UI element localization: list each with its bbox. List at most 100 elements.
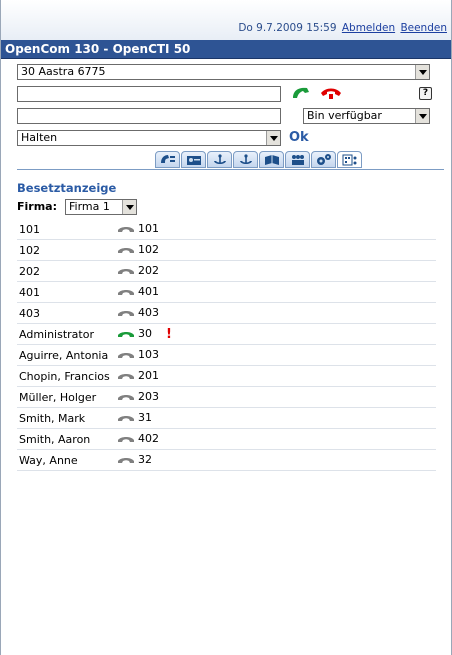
phone-idle-icon [118, 247, 134, 253]
extension[interactable]: 401 [117, 285, 159, 298]
extension-number: 402 [138, 432, 159, 446]
contact-extension-cell: 103 [115, 344, 436, 366]
phone-idle-icon [118, 394, 134, 400]
extension[interactable]: 32 [117, 453, 152, 466]
busy-lamp-icon [342, 154, 357, 166]
contact-name: 101 [17, 219, 115, 240]
phone-idle-icon [118, 310, 134, 316]
phone-idle-icon [118, 415, 134, 421]
section-title: Besetztanzeige [17, 181, 117, 195]
contact-extension-cell: 403 [115, 302, 436, 324]
tab-contacts[interactable] [181, 151, 206, 168]
extension[interactable]: 103 [117, 348, 159, 361]
status-select[interactable]: Bin verfügbar [303, 108, 430, 124]
contact-name: Chopin, Francios [17, 365, 115, 387]
chevron-down-icon [266, 131, 280, 145]
quit-link[interactable]: Beenden [400, 22, 447, 34]
extension-number: 201 [138, 369, 159, 383]
contact-name: 403 [17, 302, 115, 324]
anchor-icon [214, 154, 226, 164]
extension[interactable]: 30 [117, 327, 152, 340]
header-bar: Do 9.7.2009 15:59 Abmelden Beenden [1, 0, 451, 40]
page-title: OpenCom 130 - OpenCTI 50 [1, 40, 451, 59]
phone-idle-icon [118, 226, 134, 232]
table-row[interactable]: Administrator 30! [17, 323, 436, 345]
book-icon [265, 155, 279, 165]
alert-icon: ! [166, 326, 172, 342]
phone-active-icon [118, 331, 134, 337]
logout-link[interactable]: Abmelden [342, 22, 395, 34]
action-select[interactable]: Halten [17, 130, 281, 146]
extension-number: 102 [138, 243, 159, 257]
extension[interactable]: 402 [117, 432, 159, 445]
phone-idle-icon [118, 289, 134, 295]
extension-number: 103 [138, 348, 159, 362]
tab-calls[interactable] [155, 151, 180, 168]
contact-extension-cell: 31 [115, 407, 436, 429]
contact-name: Müller, Holger [17, 386, 115, 408]
contact-name: Smith, Mark [17, 407, 115, 429]
tab-forward-1[interactable] [207, 151, 232, 168]
contact-extension-cell: 32 [115, 449, 436, 471]
answer-call-icon[interactable] [290, 85, 312, 104]
hangup-call-icon[interactable] [319, 86, 343, 103]
tab-phonebook[interactable] [259, 151, 284, 168]
table-row[interactable]: 102 102 [17, 239, 436, 261]
extension-number: 31 [138, 411, 152, 425]
extension-number: 401 [138, 285, 159, 299]
contact-extension-cell: 203 [115, 386, 436, 408]
opencti-window: Do 9.7.2009 15:59 Abmelden Beenden OpenC… [0, 0, 452, 655]
contact-extension-cell: 201 [115, 365, 436, 387]
table-row[interactable]: Müller, Holger 203 [17, 386, 436, 408]
note-input[interactable] [17, 108, 281, 124]
table-row[interactable]: Way, Anne 32 [17, 449, 436, 471]
contact-extension-cell: 401 [115, 281, 436, 303]
tab-busy-lamp[interactable] [337, 151, 362, 168]
datetime: Do 9.7.2009 15:59 [238, 22, 337, 34]
firma-select[interactable]: Firma 1 [65, 199, 137, 215]
table-row[interactable]: Smith, Aaron 402 [17, 428, 436, 450]
contact-name: Aguirre, Antonia [17, 344, 115, 366]
extension-number: 32 [138, 453, 152, 467]
table-row[interactable]: Aguirre, Antonia 103 [17, 344, 436, 366]
contact-name: 102 [17, 239, 115, 261]
extension-number: 203 [138, 390, 159, 404]
device-select[interactable]: 30 Aastra 6775 [17, 64, 430, 80]
tab-bar [1, 149, 451, 171]
contact-extension-cell: 30! [115, 323, 436, 345]
firma-filter: Firma: Firma 1 [17, 199, 451, 217]
extension[interactable]: 202 [117, 264, 159, 277]
extension[interactable]: 102 [117, 243, 159, 256]
extension[interactable]: 31 [117, 411, 152, 424]
table-row[interactable]: 101 101 [17, 219, 436, 240]
extension[interactable]: 101 [117, 222, 159, 235]
device-select-value: 30 Aastra 6775 [21, 65, 106, 78]
table-row[interactable]: 403 403 [17, 302, 436, 324]
contact-name: Smith, Aaron [17, 428, 115, 450]
gears-icon [317, 154, 331, 165]
extension[interactable]: 403 [117, 306, 159, 319]
tab-settings[interactable] [311, 151, 336, 168]
ok-button[interactable]: Ok [289, 130, 309, 145]
table-row[interactable]: 202 202 [17, 260, 436, 282]
contact-name: Way, Anne [17, 449, 115, 471]
phone-idle-icon [118, 436, 134, 442]
contact-extension-cell: 202 [115, 260, 436, 282]
extension[interactable]: 203 [117, 390, 159, 403]
table-row[interactable]: 401 401 [17, 281, 436, 303]
contact-extension-cell: 102 [115, 239, 436, 261]
extension[interactable]: 201 [117, 369, 159, 382]
help-icon[interactable]: ? [419, 87, 432, 100]
firma-select-value: Firma 1 [69, 200, 110, 213]
phone-idle-icon [118, 352, 134, 358]
dial-input[interactable] [17, 86, 281, 102]
tab-users[interactable] [285, 151, 310, 168]
people-icon [292, 155, 304, 165]
table-row[interactable]: Chopin, Francios 201 [17, 365, 436, 387]
tab-forward-2[interactable] [233, 151, 258, 168]
extension-number: 403 [138, 306, 159, 320]
action-select-value: Halten [21, 131, 58, 144]
contact-name: 401 [17, 281, 115, 303]
table-row[interactable]: Smith, Mark 31 [17, 407, 436, 429]
phone-idle-icon [118, 457, 134, 463]
